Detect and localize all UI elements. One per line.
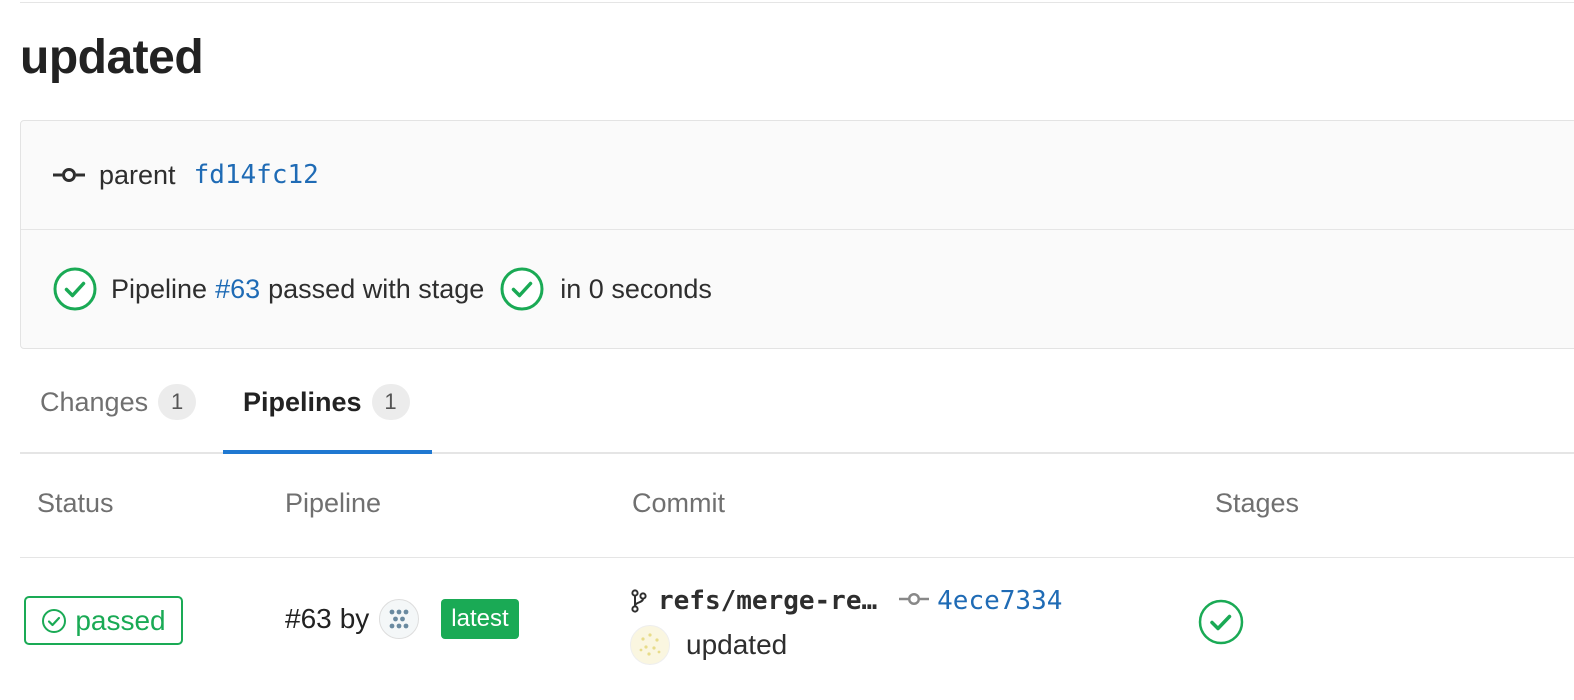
commit-message-link[interactable]: updated	[686, 629, 787, 661]
pipeline-id-link[interactable]: #63	[215, 274, 260, 305]
top-divider	[20, 2, 1574, 3]
commit-ref-line: refs/merge-re… 4ece7334	[630, 584, 1062, 618]
tab-pipelines-label: Pipelines	[243, 386, 362, 417]
column-header-stages: Stages	[1215, 488, 1300, 518]
commit-sha-link[interactable]: 4ece7334	[937, 586, 1062, 616]
page-title: updated	[20, 31, 204, 84]
tab-changes-count: 1	[158, 384, 197, 420]
ref-name-link[interactable]: refs/merge-re…	[658, 586, 877, 616]
stage-status-cell	[1198, 599, 1244, 650]
commit-icon	[53, 167, 85, 183]
pipeline-cell: #63 by latest	[285, 597, 519, 641]
column-header-status: Status	[37, 488, 114, 518]
tab-pipelines-count: 1	[371, 384, 410, 420]
commit-sha-group: 4ece7334	[899, 586, 1062, 616]
stage-status-success-icon[interactable]	[500, 267, 544, 311]
commit-icon	[899, 592, 930, 611]
commit-page: updated parent fd14fc12 Pipeline #63 pas…	[0, 0, 1574, 700]
parent-commit-row: parent fd14fc12	[21, 121, 1574, 230]
pipeline-row-id-link[interactable]: #63	[285, 603, 332, 635]
pipeline-duration-text: in 0 seconds	[560, 273, 712, 304]
pipeline-prefix: Pipeline	[111, 273, 208, 304]
author-avatar[interactable]	[630, 625, 670, 665]
status-passed-badge[interactable]: passed	[24, 596, 183, 645]
commit-tabs: Changes 1 Pipelines 1	[20, 352, 1574, 454]
latest-badge: latest	[441, 599, 519, 639]
tab-pipelines[interactable]: Pipelines 1	[223, 352, 432, 454]
table-header-divider	[20, 557, 1574, 558]
parent-label: parent	[99, 159, 176, 190]
stage-success-icon[interactable]	[1198, 599, 1244, 649]
pipeline-middle-text: passed with stage	[268, 273, 485, 304]
column-header-commit: Commit	[632, 488, 725, 518]
column-header-pipeline: Pipeline	[285, 488, 382, 518]
tab-changes-label: Changes	[40, 386, 149, 417]
commit-info-block: parent fd14fc12 Pipeline #63 passed with…	[20, 120, 1574, 349]
commit-cell: refs/merge-re… 4ece7334 updated	[630, 584, 1062, 666]
user-avatar[interactable]	[379, 599, 420, 639]
pipeline-summary-row: Pipeline #63 passed with stage in 0 seco…	[21, 229, 1574, 349]
status-passed-label: passed	[75, 604, 166, 636]
branch-icon	[630, 589, 648, 613]
pipeline-status-success-icon[interactable]	[53, 267, 97, 311]
status-success-icon	[41, 608, 67, 634]
pipeline-by-text: by	[339, 603, 370, 634]
parent-sha-link[interactable]: fd14fc12	[194, 160, 319, 190]
commit-message-line: updated	[630, 624, 1062, 666]
tab-changes[interactable]: Changes 1	[40, 352, 197, 452]
